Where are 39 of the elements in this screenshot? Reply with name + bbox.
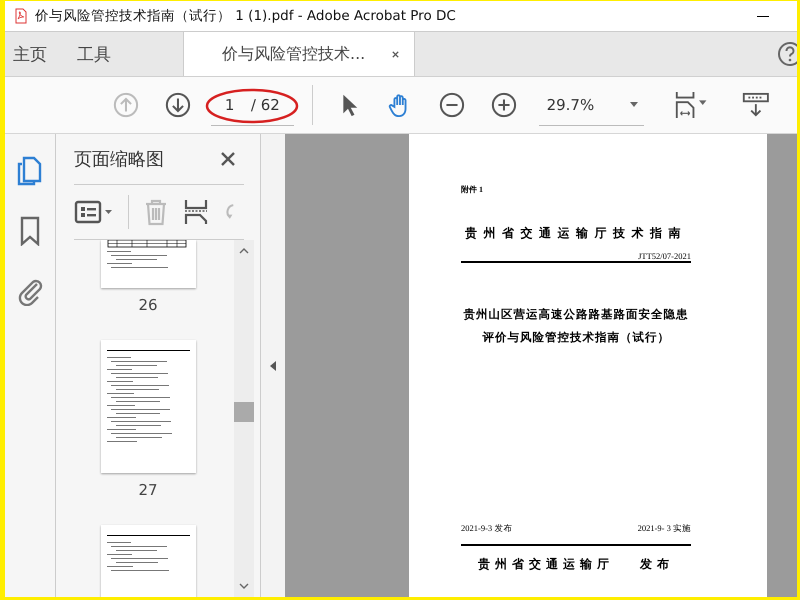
scrollbar[interactable] — [234, 240, 254, 597]
page-number-label: 26 — [138, 296, 158, 314]
page-thumbnail[interactable] — [100, 525, 196, 597]
tab[interactable]: 工具 — [67, 32, 121, 76]
arrow-down-circle-icon[interactable] — [164, 91, 191, 119]
pdf-app-icon — [13, 8, 29, 24]
insert-page-icon[interactable] — [183, 198, 209, 226]
standard-code: JTT52/07-2021 — [637, 251, 691, 261]
collapse-arrow-icon[interactable] — [270, 360, 276, 370]
tab[interactable]: 主页 — [5, 32, 57, 76]
page-thumbnail[interactable] — [100, 240, 196, 288]
issue-label: 发布 — [640, 556, 674, 573]
zoom-dropdown[interactable]: 29.7% — [538, 84, 644, 126]
document-title: 评价与风险管控技术指南（试行） — [482, 330, 670, 345]
close-icon[interactable] — [220, 151, 236, 167]
options-menu-icon[interactable] — [74, 200, 114, 224]
caret-icon — [630, 102, 638, 107]
pages-icon[interactable] — [17, 156, 43, 186]
page-number-label: 27 — [138, 481, 158, 499]
document-title: 贵州山区营运高速公路路基路面安全隐患 — [464, 307, 688, 322]
scroll-down-icon[interactable] — [239, 583, 249, 589]
window-title: 价与风险管控技术指南（试行） 1 (1).pdf - Adobe Acrobat Pro DC — [35, 7, 456, 25]
help-icon[interactable] — [777, 41, 797, 67]
document-header: 贵州省交通运输厅技术指南 — [464, 225, 688, 242]
scroll-mode-icon[interactable] — [741, 91, 771, 119]
zoom-out-icon[interactable] — [438, 91, 465, 119]
page-count: / 62 — [250, 96, 280, 114]
page-number-field[interactable]: 1 — [224, 96, 243, 114]
scrollbar-thumb[interactable] — [234, 402, 254, 422]
panel-title: 页面缩略图 — [74, 148, 164, 171]
scroll-up-icon[interactable] — [239, 248, 249, 254]
close-icon[interactable] — [391, 50, 400, 58]
attachment-label: 附件 1 — [461, 184, 484, 195]
issuer-name: 贵州省交通运输厅 — [478, 556, 614, 573]
page-thumbnail[interactable] — [100, 340, 196, 473]
effective-date: 2021-9- 3 实施 — [638, 523, 691, 535]
zoom-in-icon[interactable] — [490, 91, 517, 119]
tab[interactable]: 价与风险管控技术... — [183, 32, 416, 76]
issue-date: 2021-9-3 发布 — [461, 523, 512, 535]
